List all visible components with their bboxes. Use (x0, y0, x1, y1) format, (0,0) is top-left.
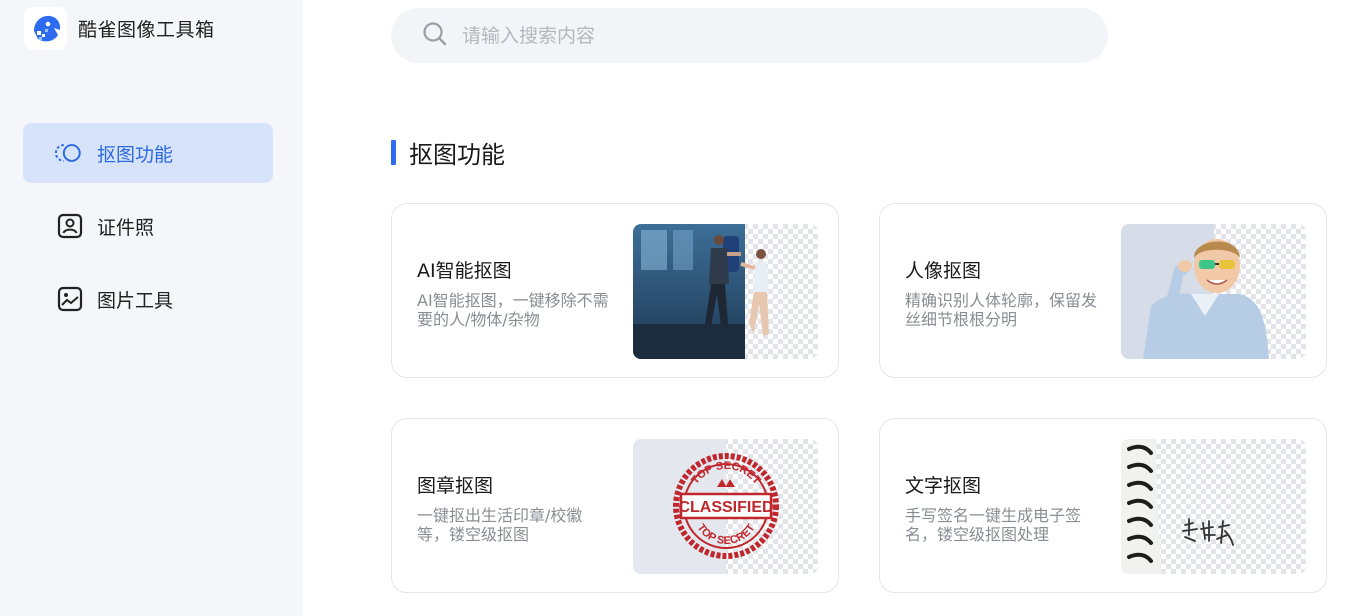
card-title: AI智能抠图 (417, 260, 512, 282)
card-title: 文字抠图 (905, 475, 982, 497)
card-title: 图章抠图 (417, 475, 494, 497)
card-title: 人像抠图 (905, 260, 982, 282)
app-window: 酷雀图像工具箱 抠图功能 证件照 图片工具 请输入搜索内容 抠图功能 AI智能抠… (0, 0, 1351, 616)
stamp-main-text: CLASSIFIED (678, 499, 773, 516)
sidebar-item-id-photo[interactable]: 证件照 (23, 196, 273, 256)
sidebar-item-image-tools[interactable]: 图片工具 (23, 269, 273, 329)
card-description: AI智能抠图，一键移除不需要的人/物体/杂物 (417, 291, 609, 329)
card-description: 精确识别人体轮廓，保留发丝细节根根分明 (905, 291, 1098, 329)
sidebar-item-cutout[interactable]: 抠图功能 (23, 123, 273, 183)
sidebar-item-label: 证件照 (97, 216, 155, 239)
section-heading: 抠图功能 (391, 135, 505, 170)
id-photo-icon (55, 211, 85, 241)
section-title: 抠图功能 (409, 141, 505, 169)
search-input[interactable] (462, 24, 1062, 47)
sidebar-item-label: 抠图功能 (97, 143, 174, 166)
brand: 酷雀图像工具箱 (24, 7, 215, 50)
search-bar (391, 8, 1108, 63)
app-name: 酷雀图像工具箱 (78, 19, 215, 41)
card-thumbnail-signature (1121, 439, 1306, 574)
sidebar-nav: 抠图功能 证件照 图片工具 (23, 123, 273, 342)
section-accent-bar (391, 140, 396, 165)
search-icon[interactable] (422, 21, 448, 51)
card-thumbnail-portrait (1121, 224, 1306, 359)
card-description: 手写签名一键生成电子签名，镂空级抠图处理 (905, 506, 1082, 544)
card-portrait-cutout[interactable]: 人像抠图 精确识别人体轮廓，保留发丝细节根根分明 (879, 203, 1327, 378)
cutout-rings-icon (55, 138, 85, 168)
card-thumbnail-boxing (633, 224, 818, 359)
sidebar-item-label: 图片工具 (97, 289, 174, 312)
card-stamp-cutout[interactable]: 图章抠图 一键抠出生活印章/校徽等，镂空级抠图 TOP SECRET CLASS… (391, 418, 839, 593)
image-tool-icon (55, 284, 85, 314)
card-ai-cutout[interactable]: AI智能抠图 AI智能抠图，一键移除不需要的人/物体/杂物 (391, 203, 839, 378)
card-text-cutout[interactable]: 文字抠图 手写签名一键生成电子签名，镂空级抠图处理 (879, 418, 1327, 593)
sidebar: 酷雀图像工具箱 抠图功能 证件照 图片工具 (0, 0, 303, 616)
card-description: 一键抠出生活印章/校徽等，镂空级抠图 (417, 506, 583, 544)
app-logo-icon (24, 7, 67, 50)
card-thumbnail-stamp: TOP SECRET CLASSIFIED TOP SECRET (633, 439, 818, 574)
